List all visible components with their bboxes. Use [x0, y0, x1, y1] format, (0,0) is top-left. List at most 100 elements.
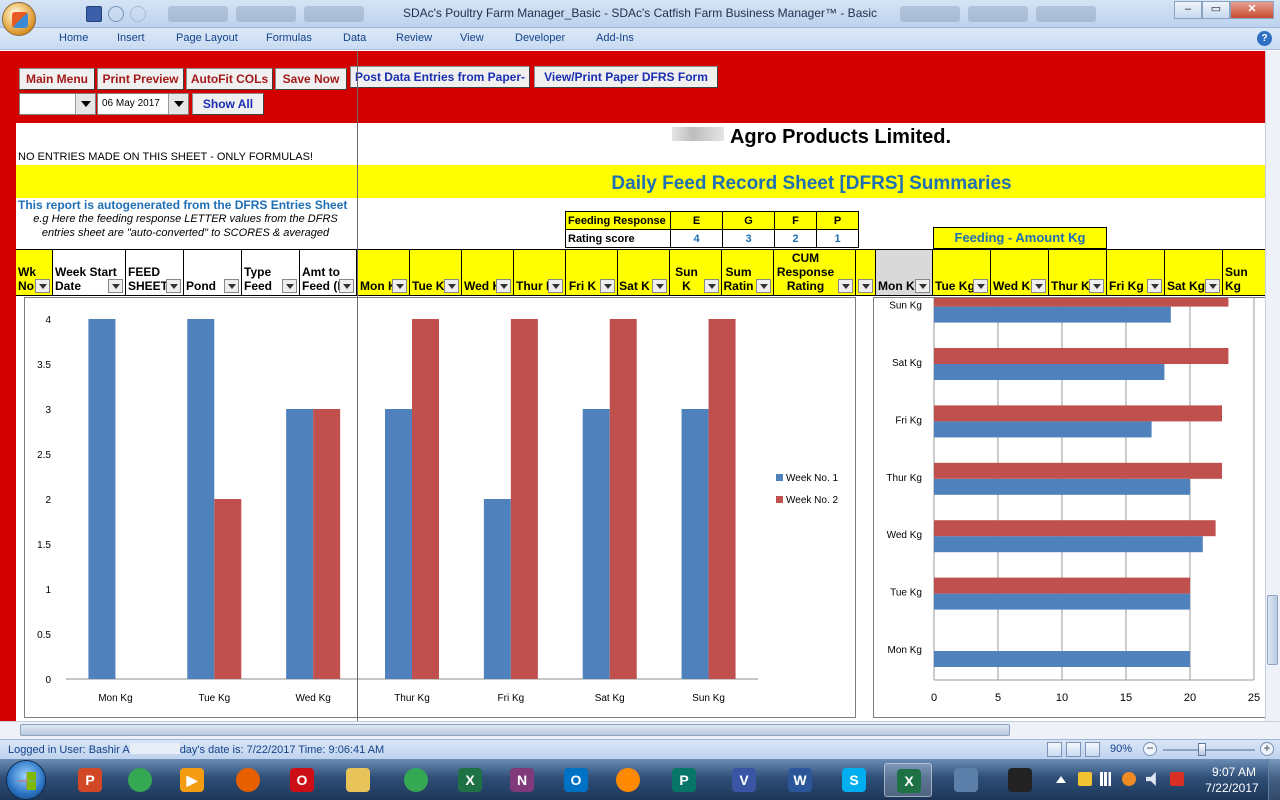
show-all-button[interactable]: Show All: [192, 93, 264, 115]
tab-view[interactable]: View: [460, 32, 484, 44]
taskbar-app-blackberry[interactable]: [996, 763, 1044, 797]
taskbar-app-media-player[interactable]: ▶: [168, 763, 216, 797]
taskbar-app-publisher[interactable]: P: [660, 763, 708, 797]
taskbar-app-skype[interactable]: S: [830, 763, 878, 797]
filter-dropdown-icon[interactable]: [1205, 279, 1220, 293]
filter-dropdown-icon[interactable]: [652, 279, 667, 293]
y-tick-label: Fri Kg: [895, 415, 922, 426]
bar-week-no-1: [385, 409, 412, 679]
date-dropdown[interactable]: 06 May 2017: [97, 93, 189, 115]
header-label: Sum Ratin: [723, 265, 754, 293]
hbar-week-no-1: [934, 536, 1203, 553]
filter-dropdown-icon[interactable]: [838, 279, 853, 293]
save-now-button[interactable]: Save Now: [275, 68, 347, 90]
view-print-dfrs-button[interactable]: View/Print Paper DFRS Form: [534, 66, 718, 88]
header-feed-sheet: FEED SHEET: [126, 249, 184, 296]
zoom-out-button[interactable]: −: [1143, 742, 1157, 756]
main-menu-button[interactable]: Main Menu: [19, 68, 95, 90]
filter-dropdown-icon[interactable]: [704, 279, 719, 293]
taskbar-app-firefox[interactable]: [224, 763, 272, 797]
rating-bar-chart[interactable]: 0 0.5 1 1.5 2 2.5 3 3.5 4 Mon Kg Tue Kg Wed Kg Thur …: [24, 297, 856, 718]
x-tick-label: Wed Kg: [295, 693, 330, 704]
tab-page-layout[interactable]: Page Layout: [176, 32, 238, 44]
normal-view-icon[interactable]: [1047, 742, 1062, 757]
minimize-button[interactable]: –: [1174, 1, 1202, 19]
taskbar-app-chrome[interactable]: [116, 763, 164, 797]
taskbar-app-explorer[interactable]: [334, 763, 382, 797]
tab-add-ins[interactable]: Add-Ins: [596, 32, 634, 44]
amount-bar-chart[interactable]: 0 5 10 15 20 25 Mon Kg Tue Kg Wed Kg Thur Kg Fri K…: [873, 290, 1265, 718]
security-flag-icon[interactable]: [1170, 772, 1184, 786]
filter-dropdown-icon[interactable]: [35, 279, 50, 293]
filter-dropdown-icon[interactable]: [282, 279, 297, 293]
filter-dropdown-icon[interactable]: [756, 279, 771, 293]
filter-dropdown-icon[interactable]: [915, 279, 930, 293]
vertical-scroll-thumb[interactable]: [1267, 595, 1278, 665]
filter-dropdown[interactable]: [19, 93, 96, 115]
header-label: Pond: [186, 279, 216, 293]
zoom-level[interactable]: 90%: [1110, 743, 1132, 755]
volume-icon[interactable]: [1146, 772, 1156, 786]
filter-dropdown-icon[interactable]: [339, 279, 354, 293]
filter-dropdown-icon[interactable]: [1147, 279, 1162, 293]
tab-home[interactable]: Home: [59, 32, 88, 44]
header-wk-no: Wk No: [16, 249, 53, 296]
taskbar-app-onenote[interactable]: N: [498, 763, 546, 797]
freeze-pane-divider: [357, 51, 358, 721]
show-desktop-button[interactable]: [1268, 759, 1280, 800]
taskbar-app-uc-browser[interactable]: [604, 763, 652, 797]
close-button[interactable]: ✕: [1230, 1, 1274, 19]
chevron-down-icon[interactable]: [75, 94, 95, 114]
company-name: Agro Products Limited.: [358, 126, 1265, 149]
clock-date[interactable]: 7/22/2017: [1200, 781, 1264, 795]
horizontal-scroll-thumb[interactable]: [20, 724, 1010, 736]
bar-week-no-1: [187, 319, 215, 679]
taskbar-app-powerpoint[interactable]: P: [66, 763, 114, 797]
page-layout-view-icon[interactable]: [1066, 742, 1081, 757]
zoom-in-button[interactable]: +: [1260, 742, 1274, 756]
tab-data[interactable]: Data: [343, 32, 366, 44]
office-button[interactable]: [2, 2, 36, 36]
filter-dropdown-icon[interactable]: [1031, 279, 1046, 293]
start-button[interactable]: [6, 760, 46, 800]
filter-dropdown-icon[interactable]: [392, 279, 407, 293]
zoom-slider-track[interactable]: [1163, 749, 1255, 751]
filter-dropdown-icon[interactable]: [600, 279, 615, 293]
app-tray-icon[interactable]: [1122, 772, 1136, 786]
filter-dropdown-icon[interactable]: [1089, 279, 1104, 293]
filter-dropdown-icon[interactable]: [496, 279, 511, 293]
filter-dropdown-icon[interactable]: [973, 279, 988, 293]
restore-button[interactable]: ▭: [1202, 1, 1230, 19]
clock-time[interactable]: 9:07 AM: [1204, 765, 1264, 779]
network-signal-icon[interactable]: [1100, 772, 1114, 786]
page-break-view-icon[interactable]: [1085, 742, 1100, 757]
taskbar-app-excel-active[interactable]: X: [884, 763, 932, 797]
filter-dropdown-icon[interactable]: [858, 279, 873, 293]
zoom-slider-knob[interactable]: [1198, 743, 1206, 756]
filter-dropdown-icon[interactable]: [548, 279, 563, 293]
filter-dropdown-icon[interactable]: [224, 279, 239, 293]
help-icon[interactable]: ?: [1257, 31, 1272, 46]
print-preview-button[interactable]: Print Preview: [97, 68, 184, 90]
post-data-entries-button[interactable]: Post Data Entries from Paper-: [350, 66, 530, 88]
taskbar-app-app-tool[interactable]: [942, 763, 990, 797]
filter-dropdown-icon[interactable]: [444, 279, 459, 293]
taskbar-app-excel[interactable]: X: [446, 763, 494, 797]
hbar-week-no-1: [934, 651, 1190, 667]
chevron-down-icon[interactable]: [168, 94, 188, 114]
taskbar-app-word[interactable]: W: [776, 763, 824, 797]
tab-review[interactable]: Review: [396, 32, 432, 44]
autofit-cols-button[interactable]: AutoFit COLs: [186, 68, 273, 90]
action-center-icon[interactable]: [1078, 772, 1092, 786]
tab-formulas[interactable]: Formulas: [266, 32, 312, 44]
tab-developer[interactable]: Developer: [515, 32, 565, 44]
tab-insert[interactable]: Insert: [117, 32, 145, 44]
show-hidden-icons-icon[interactable]: [1056, 776, 1066, 783]
filter-dropdown-icon[interactable]: [108, 279, 123, 293]
header-sun: Sun K: [670, 249, 722, 296]
filter-dropdown-icon[interactable]: [166, 279, 181, 293]
taskbar-app-visio[interactable]: V: [720, 763, 768, 797]
taskbar-app-opera[interactable]: O: [278, 763, 326, 797]
taskbar-app-chrome-2[interactable]: [392, 763, 440, 797]
taskbar-app-outlook[interactable]: O: [552, 763, 600, 797]
